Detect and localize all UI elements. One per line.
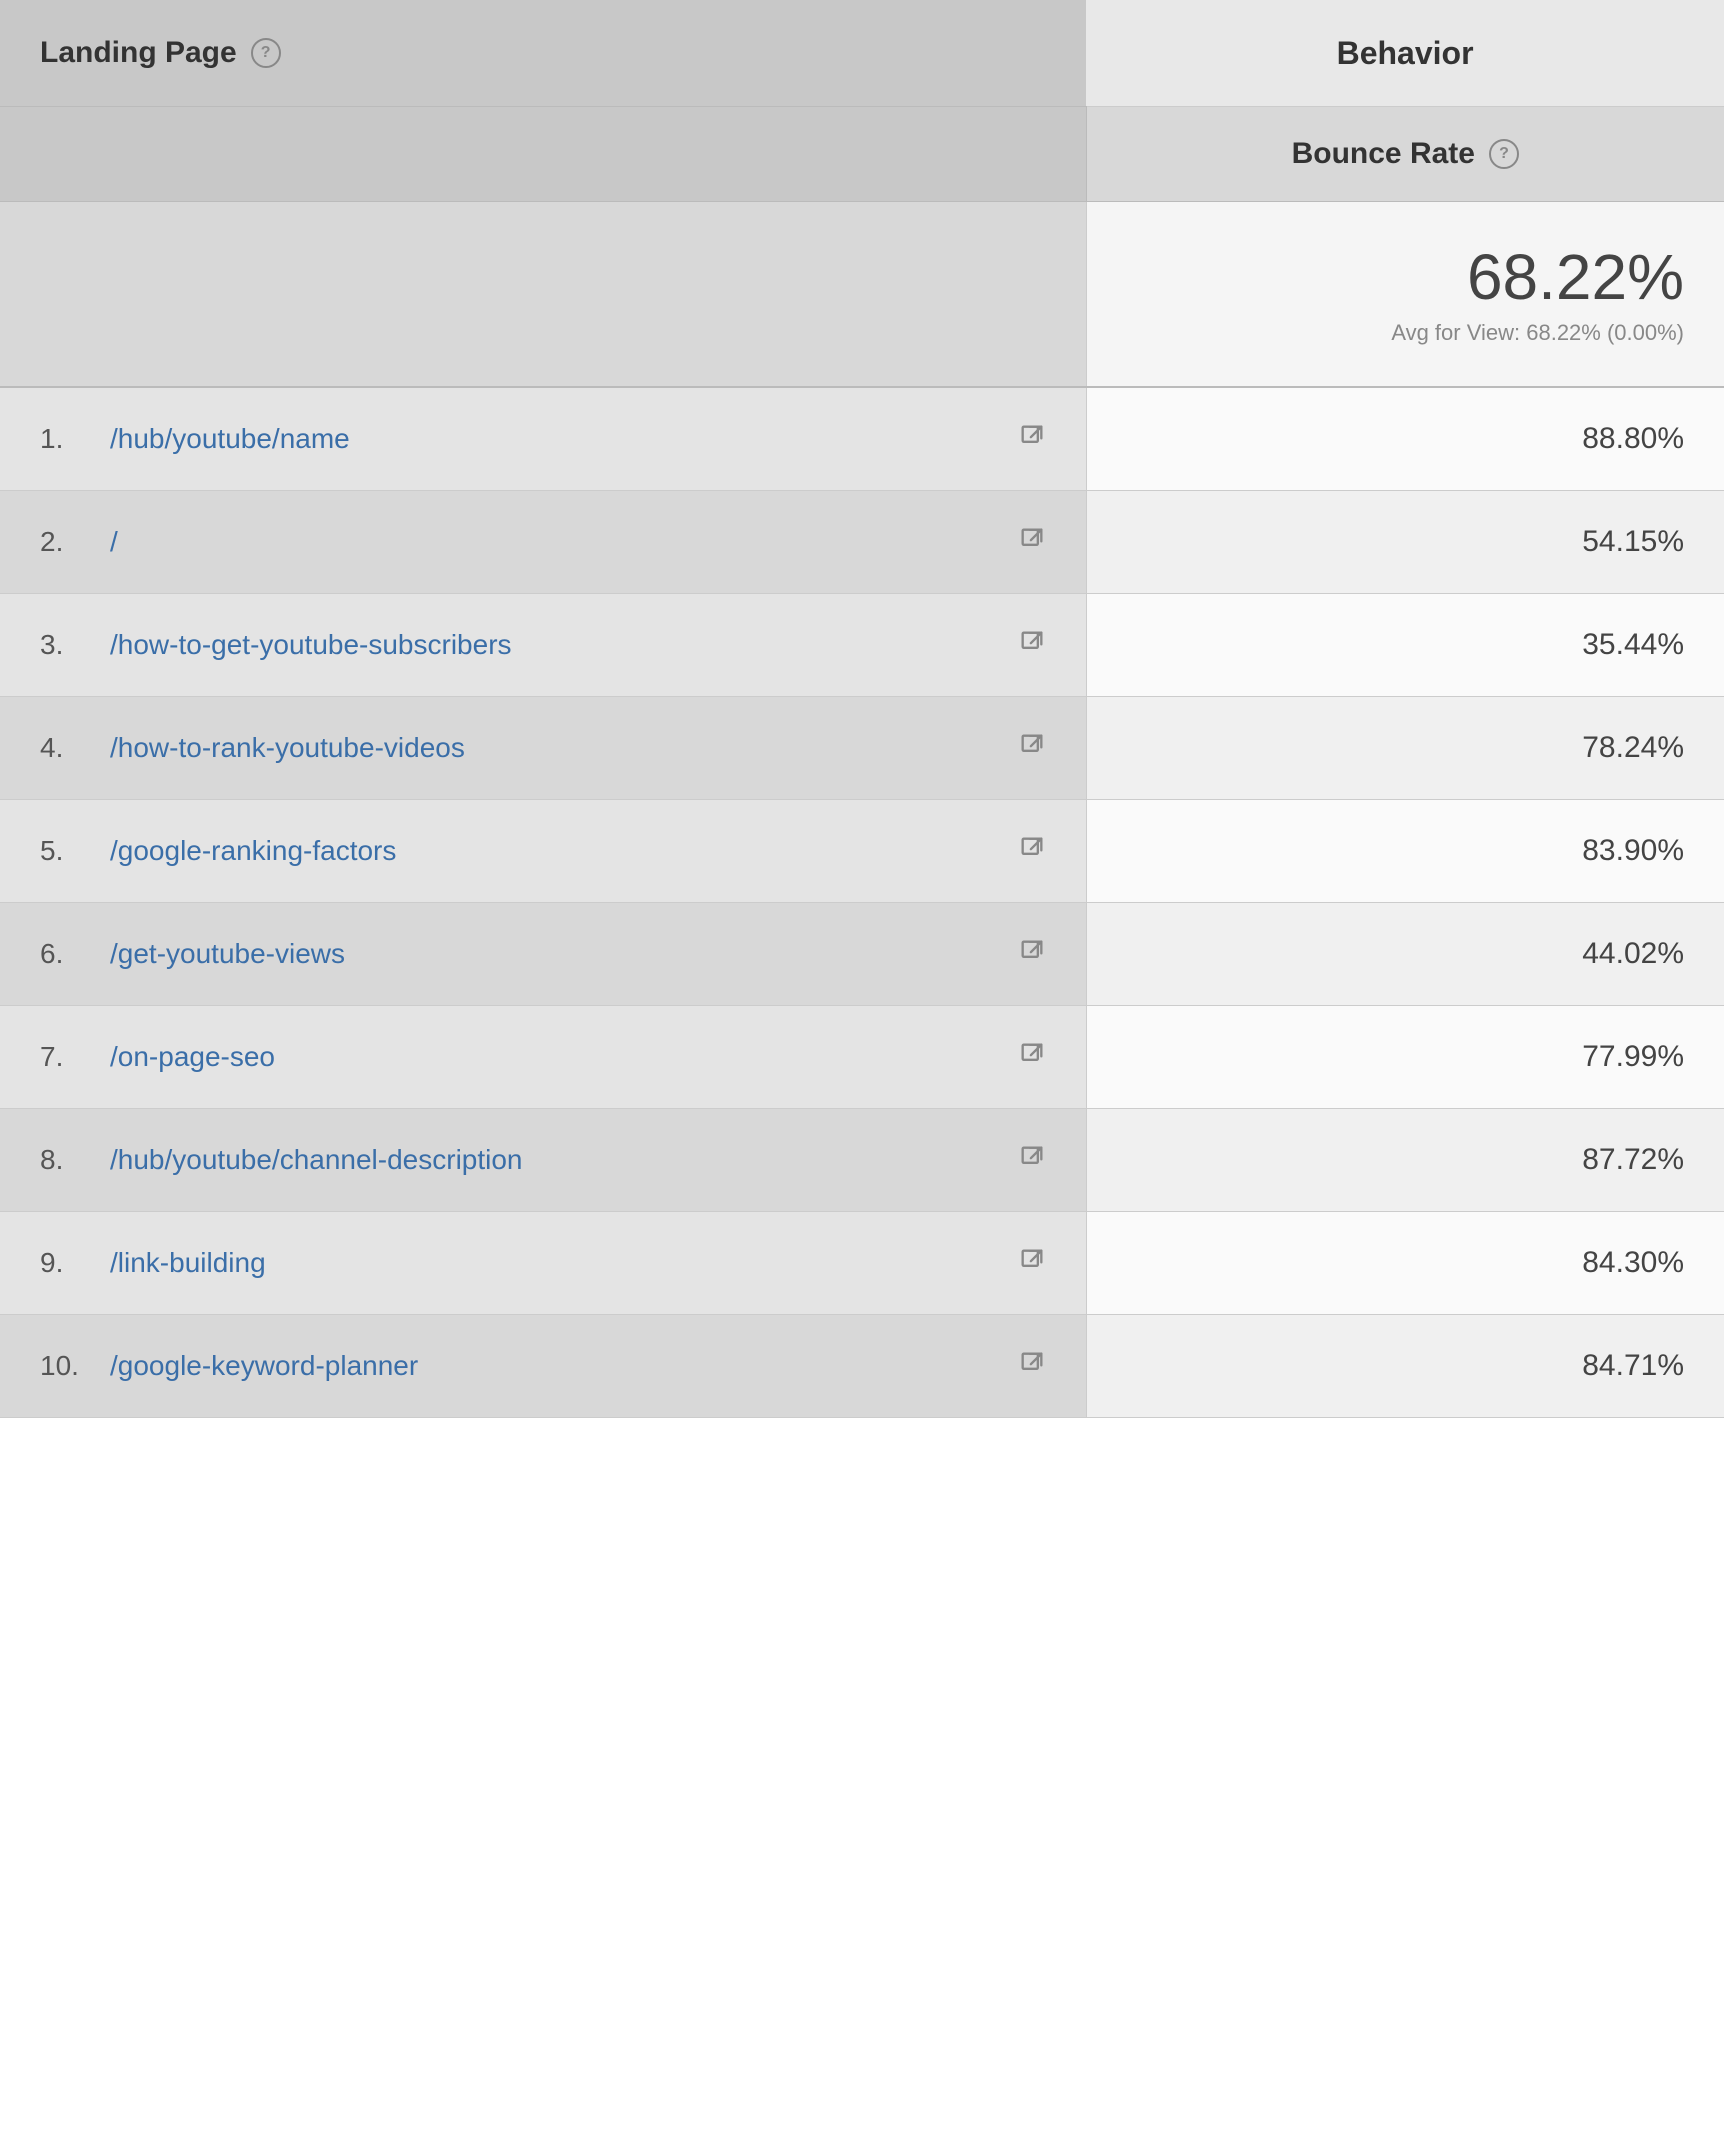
landing-page-link[interactable]: /google-keyword-planner <box>110 1350 998 1382</box>
external-link-icon[interactable] <box>1018 1040 1046 1074</box>
landing-page-link[interactable]: /link-building <box>110 1247 998 1279</box>
landing-page-cell: 9. /link-building <box>0 1212 1086 1315</box>
table-row: 1. /hub/youtube/name 88.80% <box>0 387 1724 491</box>
landing-page-cell: 4. /how-to-rank-youtube-videos <box>0 697 1086 800</box>
row-number: 2. <box>40 526 90 558</box>
landing-page-cell: 5. /google-ranking-factors <box>0 800 1086 903</box>
external-link-icon[interactable] <box>1018 1143 1046 1177</box>
table-row: 7. /on-page-seo 77.99% <box>0 1006 1724 1109</box>
bounce-rate-header: Bounce Rate ? <box>1086 107 1724 202</box>
summary-bounce-avg: Avg for View: 68.22% (0.00%) <box>1127 320 1684 346</box>
table-row: 8. /hub/youtube/channel-description 87.72… <box>0 1109 1724 1212</box>
bounce-rate-cell: 44.02% <box>1086 903 1724 1006</box>
landing-page-link[interactable]: /how-to-get-youtube-subscribers <box>110 629 998 661</box>
landing-page-link[interactable]: /hub/youtube/name <box>110 423 998 455</box>
table-row: 2. / 54.15% <box>0 491 1724 594</box>
bounce-rate-cell: 78.24% <box>1086 697 1724 800</box>
external-link-icon[interactable] <box>1018 1349 1046 1383</box>
external-link-icon[interactable] <box>1018 1246 1046 1280</box>
row-number: 10. <box>40 1350 90 1382</box>
landing-page-link[interactable]: /google-ranking-factors <box>110 835 998 867</box>
row-number: 3. <box>40 629 90 661</box>
external-link-icon[interactable] <box>1018 422 1046 456</box>
landing-page-cell: 1. /hub/youtube/name <box>0 387 1086 491</box>
bounce-rate-label: Bounce Rate <box>1292 137 1475 171</box>
table-row: 9. /link-building 84.30% <box>0 1212 1724 1315</box>
external-link-icon[interactable] <box>1018 525 1046 559</box>
landing-page-cell: 2. / <box>0 491 1086 594</box>
row-number: 4. <box>40 732 90 764</box>
landing-page-cell: 10. /google-keyword-planner <box>0 1315 1086 1418</box>
table-row: 6. /get-youtube-views 44.02% <box>0 903 1724 1006</box>
behavior-header: Behavior <box>1086 0 1724 107</box>
landing-page-help-icon[interactable]: ? <box>251 38 281 68</box>
bounce-rate-cell: 84.30% <box>1086 1212 1724 1315</box>
behavior-label: Behavior <box>1337 35 1474 71</box>
external-link-icon[interactable] <box>1018 731 1046 765</box>
row-number: 7. <box>40 1041 90 1073</box>
bounce-rate-cell: 35.44% <box>1086 594 1724 697</box>
summary-bounce-value: 68.22% <box>1127 242 1684 312</box>
bounce-rate-cell: 77.99% <box>1086 1006 1724 1109</box>
landing-page-label: Landing Page <box>40 36 237 70</box>
table-row: 5. /google-ranking-factors 83.90% <box>0 800 1724 903</box>
landing-page-cell: 7. /on-page-seo <box>0 1006 1086 1109</box>
bounce-rate-cell: 87.72% <box>1086 1109 1724 1212</box>
landing-page-cell: 6. /get-youtube-views <box>0 903 1086 1006</box>
bounce-rate-cell: 83.90% <box>1086 800 1724 903</box>
landing-page-cell: 8. /hub/youtube/channel-description <box>0 1109 1086 1212</box>
table-row: 4. /how-to-rank-youtube-videos 78.24% <box>0 697 1724 800</box>
bounce-rate-cell: 88.80% <box>1086 387 1724 491</box>
row-number: 1. <box>40 423 90 455</box>
row-number: 5. <box>40 835 90 867</box>
landing-page-header: Landing Page ? <box>0 0 1086 107</box>
table-row: 3. /how-to-get-youtube-subscribers 35.44% <box>0 594 1724 697</box>
landing-page-link[interactable]: /hub/youtube/channel-description <box>110 1144 998 1176</box>
row-number: 9. <box>40 1247 90 1279</box>
table-row: 10. /google-keyword-planner 84.71% <box>0 1315 1724 1418</box>
landing-page-link[interactable]: /how-to-rank-youtube-videos <box>110 732 998 764</box>
landing-page-link[interactable]: / <box>110 526 998 558</box>
external-link-icon[interactable] <box>1018 937 1046 971</box>
row-number: 6. <box>40 938 90 970</box>
summary-landing-cell <box>0 202 1086 388</box>
external-link-icon[interactable] <box>1018 834 1046 868</box>
external-link-icon[interactable] <box>1018 628 1046 662</box>
bounce-rate-help-icon[interactable]: ? <box>1489 139 1519 169</box>
summary-bounce-cell: 68.22% Avg for View: 68.22% (0.00%) <box>1086 202 1724 388</box>
landing-page-cell: 3. /how-to-get-youtube-subscribers <box>0 594 1086 697</box>
landing-page-link[interactable]: /get-youtube-views <box>110 938 998 970</box>
bounce-rate-cell: 54.15% <box>1086 491 1724 594</box>
bounce-rate-cell: 84.71% <box>1086 1315 1724 1418</box>
landing-page-link[interactable]: /on-page-seo <box>110 1041 998 1073</box>
row-number: 8. <box>40 1144 90 1176</box>
summary-row: 68.22% Avg for View: 68.22% (0.00%) <box>0 202 1724 388</box>
